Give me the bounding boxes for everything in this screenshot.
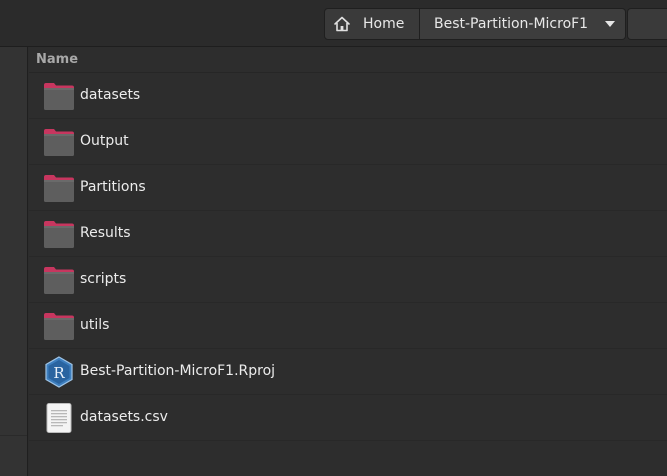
folder-icon: [43, 80, 75, 112]
list-item-results[interactable]: Results: [29, 211, 667, 257]
file-manager-window: Home Best-Partition-MicroF1 Name dataset…: [0, 0, 667, 476]
sidebar[interactable]: [0, 47, 28, 476]
folder-icon: [43, 218, 75, 250]
list-item-partitions[interactable]: Partitions: [29, 165, 667, 211]
breadcrumb-home-label: Home: [363, 16, 405, 32]
breadcrumb-current-label: Best-Partition-MicroF1: [434, 16, 589, 32]
breadcrumb-home-button[interactable]: Home: [324, 8, 420, 40]
breadcrumb-current-folder-button[interactable]: Best-Partition-MicroF1: [420, 8, 626, 40]
header-bar: Home Best-Partition-MicroF1: [0, 0, 667, 47]
r-project-icon: R: [43, 356, 75, 388]
folder-icon: [43, 172, 75, 204]
folder-icon: [43, 310, 75, 342]
folder-icon: [43, 126, 75, 158]
list-item-scripts[interactable]: scripts: [29, 257, 667, 303]
column-header-name-label: Name: [36, 52, 79, 67]
text-file-icon: [43, 402, 75, 434]
chevron-down-icon[interactable]: [605, 9, 615, 39]
list-item-datasets-csv[interactable]: datasets.csv: [29, 395, 667, 441]
file-list: Name datasets Output Partitions Results …: [29, 47, 667, 476]
list-item-label: Partitions: [80, 179, 146, 195]
folder-icon: [43, 264, 75, 296]
column-header-name[interactable]: Name: [29, 47, 667, 73]
list-item-label: scripts: [80, 271, 127, 287]
list-item-label: Best-Partition-MicroF1.Rproj: [80, 363, 276, 379]
list-item-datasets[interactable]: datasets: [29, 73, 667, 119]
svg-text:R: R: [53, 364, 65, 382]
home-icon: [333, 15, 351, 33]
list-item-label: Output: [80, 133, 129, 149]
list-item-label: datasets.csv: [80, 409, 168, 425]
list-item-label: utils: [80, 317, 110, 333]
list-item-utils[interactable]: utils: [29, 303, 667, 349]
list-item-label: Results: [80, 225, 131, 241]
list-item-output[interactable]: Output: [29, 119, 667, 165]
list-item-label: datasets: [80, 87, 141, 103]
header-options-button[interactable]: [627, 8, 667, 40]
list-item-rproj[interactable]: R Best-Partition-MicroF1.Rproj: [29, 349, 667, 395]
breadcrumb: Home Best-Partition-MicroF1: [324, 8, 626, 40]
sidebar-divider: [0, 435, 27, 436]
